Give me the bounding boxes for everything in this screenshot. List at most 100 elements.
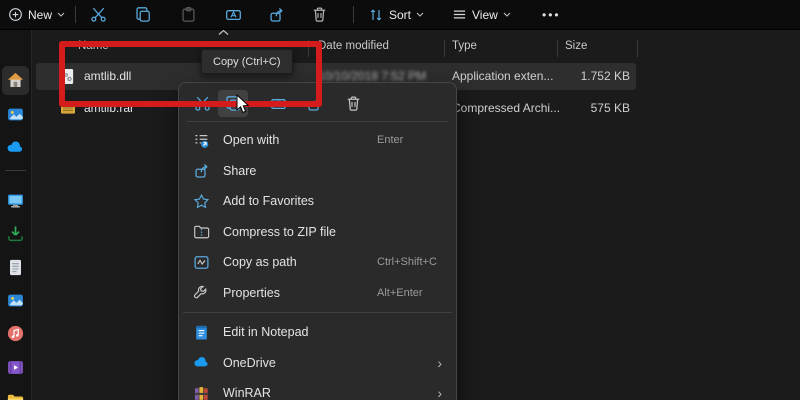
plus-circle-icon xyxy=(8,7,23,22)
menu-item-winrar[interactable]: WinRAR › xyxy=(183,378,452,400)
command-bar: New Sort View xyxy=(0,0,800,30)
delete-icon xyxy=(345,95,362,112)
column-divider[interactable] xyxy=(308,40,309,57)
home-icon[interactable] xyxy=(6,71,25,90)
share-button[interactable] xyxy=(264,0,289,29)
column-header-size[interactable]: Size xyxy=(565,40,587,52)
share-icon xyxy=(193,162,210,179)
documents-icon[interactable] xyxy=(6,258,25,277)
rar-archive-icon xyxy=(60,100,76,116)
view-button-label: View xyxy=(472,8,498,22)
column-header-date-modified[interactable]: Date modified xyxy=(318,40,389,52)
onedrive-icon xyxy=(193,354,210,371)
share-button[interactable] xyxy=(299,90,329,117)
new-button-label: New xyxy=(28,8,52,22)
pane-divider xyxy=(31,30,32,400)
menu-item-label: OneDrive xyxy=(223,356,276,370)
file-name: amtlib.dll xyxy=(84,69,131,83)
menu-divider xyxy=(187,121,448,122)
copy-icon xyxy=(135,6,152,23)
notepad-icon xyxy=(193,324,210,341)
cut-icon xyxy=(90,6,107,23)
menu-item-label: Copy as path xyxy=(223,255,297,269)
delete-button[interactable] xyxy=(307,0,332,29)
delete-button[interactable] xyxy=(338,90,368,117)
chevron-down-icon xyxy=(503,12,511,18)
file-type: Application exten... xyxy=(452,69,553,83)
paste-button[interactable] xyxy=(176,0,201,29)
desktop-icon[interactable] xyxy=(6,191,25,210)
menu-item-shortcut: Alt+Enter xyxy=(377,287,423,299)
menu-item-edit-in-notepad[interactable]: Edit in Notepad xyxy=(183,317,452,348)
music-icon[interactable] xyxy=(6,324,25,343)
context-menu: Open with Enter Share Add to Favorites C… xyxy=(178,82,457,400)
rename-button[interactable] xyxy=(263,90,293,117)
star-icon xyxy=(193,193,210,210)
sort-button[interactable]: Sort xyxy=(364,0,428,29)
file-size: 1.752 KB xyxy=(581,69,630,83)
paste-icon xyxy=(180,6,197,23)
submenu-arrow-icon: › xyxy=(437,355,442,371)
copy-button[interactable] xyxy=(131,0,156,29)
navigation-pane xyxy=(0,30,31,400)
new-button[interactable]: New xyxy=(4,0,69,29)
sort-icon xyxy=(368,7,384,23)
view-list-icon xyxy=(452,7,467,22)
rename-icon xyxy=(225,6,242,23)
quick-actions-row xyxy=(179,87,456,119)
pictures-icon[interactable] xyxy=(6,291,25,310)
copy-path-icon xyxy=(193,254,210,271)
ellipsis-icon: ••• xyxy=(542,8,561,22)
submenu-arrow-icon: › xyxy=(437,385,442,400)
chevron-down-icon xyxy=(57,12,65,18)
toolbar-divider xyxy=(75,6,76,23)
cut-button[interactable] xyxy=(86,0,111,29)
sort-ascending-chevron-icon xyxy=(218,29,229,36)
menu-item-compress-to-zip[interactable]: Compress to ZIP file xyxy=(183,217,452,248)
share-icon xyxy=(306,95,323,112)
menu-item-label: Edit in Notepad xyxy=(223,325,308,339)
menu-item-label: Compress to ZIP file xyxy=(223,225,336,239)
rename-icon xyxy=(270,95,287,112)
file-date-modified: 10/10/2018 7:52 PM xyxy=(318,69,426,83)
column-divider[interactable] xyxy=(444,40,445,57)
sidebar-divider xyxy=(5,170,26,171)
menu-item-open-with[interactable]: Open with Enter xyxy=(183,125,452,156)
menu-item-shortcut: Ctrl+Shift+C xyxy=(377,256,437,268)
menu-divider xyxy=(183,308,452,317)
onedrive-icon[interactable] xyxy=(6,138,25,157)
more-options-button[interactable]: ••• xyxy=(538,0,565,29)
menu-item-label: Properties xyxy=(223,286,280,300)
menu-items: Open with Enter Share Add to Favorites C… xyxy=(183,125,452,400)
tooltip-text: Copy (Ctrl+C) xyxy=(213,56,281,68)
zip-folder-icon xyxy=(193,223,210,240)
file-name: amtlib.rar xyxy=(84,101,134,115)
menu-item-shortcut: Enter xyxy=(377,134,403,146)
rename-button[interactable] xyxy=(221,0,246,29)
sort-button-label: Sort xyxy=(389,8,411,22)
chevron-down-icon xyxy=(416,12,424,18)
cut-icon xyxy=(194,95,211,112)
menu-item-onedrive[interactable]: OneDrive › xyxy=(183,348,452,379)
file-size: 575 KB xyxy=(591,101,630,115)
gallery-icon[interactable] xyxy=(6,105,25,124)
file-explorer-window: New Sort View xyxy=(0,0,800,400)
copy-tooltip: Copy (Ctrl+C) xyxy=(201,49,293,74)
toolbar-divider xyxy=(353,6,354,23)
column-divider[interactable] xyxy=(557,40,558,57)
open-with-icon xyxy=(193,132,210,149)
menu-item-add-to-favorites[interactable]: Add to Favorites xyxy=(183,186,452,217)
downloads-icon[interactable] xyxy=(6,224,25,243)
menu-item-share[interactable]: Share xyxy=(183,156,452,187)
column-header-name[interactable]: Name xyxy=(78,40,109,52)
videos-icon[interactable] xyxy=(6,358,25,377)
view-button[interactable]: View xyxy=(448,0,515,29)
menu-item-copy-as-path[interactable]: Copy as path Ctrl+Shift+C xyxy=(183,247,452,278)
menu-item-label: Add to Favorites xyxy=(223,194,314,208)
winrar-icon xyxy=(193,385,210,400)
menu-item-properties[interactable]: Properties Alt+Enter xyxy=(183,278,452,309)
cut-button[interactable] xyxy=(187,90,217,117)
column-divider[interactable] xyxy=(637,40,638,57)
folder-icon[interactable] xyxy=(6,391,25,400)
column-header-type[interactable]: Type xyxy=(452,40,477,52)
